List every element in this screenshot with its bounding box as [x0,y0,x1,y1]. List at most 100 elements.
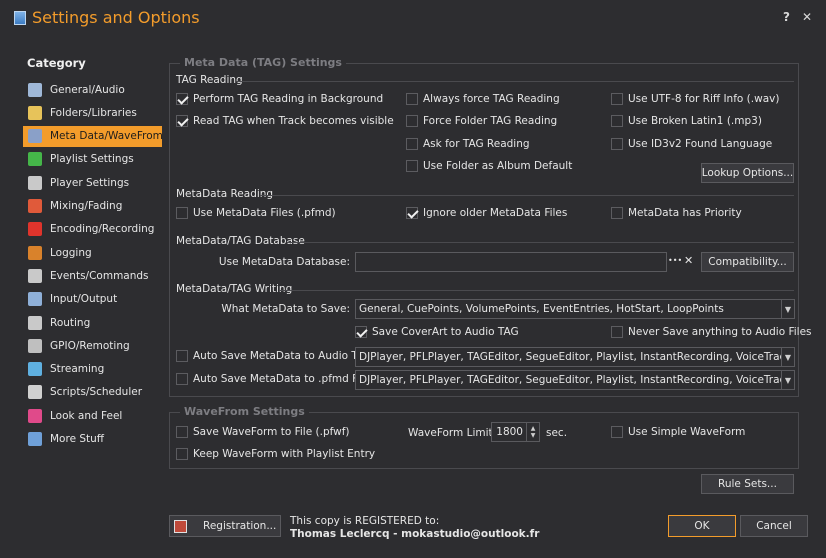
registration-button[interactable]: Registration... [169,515,281,537]
clear-database-button[interactable]: ✕ [684,254,693,267]
sidebar-item-label: Look and Feel [50,409,123,422]
utf8-checkbox[interactable]: Use UTF-8 for Riff Info (.wav) [611,93,779,105]
checkbox-box[interactable] [611,138,623,150]
auto-save-pfmd-checkbox[interactable]: Auto Save MetaData to .pfmd File: [176,373,373,385]
chevron-down-icon[interactable]: ▼ [781,371,794,389]
database-path-input[interactable] [355,252,667,272]
checkbox-box[interactable] [611,207,623,219]
sidebar-item[interactable]: More Stuff [23,429,162,450]
lookup-options-button[interactable]: Lookup Options... [701,163,794,183]
chevron-down-icon[interactable]: ▼ [781,348,794,366]
checkbox-box[interactable] [355,326,367,338]
sidebar-item[interactable]: Meta Data/WaveFrom [23,125,163,147]
checkbox-box[interactable] [406,115,418,127]
ignore-older-checkbox[interactable]: Ignore older MetaData Files [406,207,567,219]
cancel-button[interactable]: Cancel [740,515,808,537]
browse-button[interactable]: ••• [668,256,682,265]
play-icon [28,152,42,167]
checkbox-box[interactable] [406,138,418,150]
checkbox-box[interactable] [176,207,188,219]
save-pfwf-checkbox[interactable]: Save WaveForm to File (.pfwf) [176,426,350,438]
checkbox-box[interactable] [176,93,188,105]
latin1-checkbox[interactable]: Use Broken Latin1 (.mp3) [611,115,762,127]
sidebar-item-label: Folders/Libraries [50,106,137,119]
priority-checkbox[interactable]: MetaData has Priority [611,207,742,219]
waveform-limit-stepper[interactable]: 1800 ▲ ▼ [491,422,540,442]
sidebar-item[interactable]: Events/Commands [23,265,162,286]
sidebar-item[interactable]: Look and Feel [23,405,162,426]
checkbox-box[interactable] [176,350,188,362]
help-button[interactable]: ? [783,10,790,24]
checkbox-box[interactable] [611,326,623,338]
sidebar-item[interactable]: Player Settings [23,172,162,193]
checkbox-label: Use ID3v2 Found Language [628,138,773,150]
checkbox-label: Always force TAG Reading [423,93,560,105]
window-title: Settings and Options [32,8,200,27]
sidebar-item[interactable]: GPIO/Remoting [23,335,162,356]
checkbox-label: Use Broken Latin1 (.mp3) [628,115,762,127]
checkbox-label: Keep WaveForm with Playlist Entry [193,448,376,460]
sidebar-item-label: Streaming [50,363,105,376]
divider [260,195,794,196]
never-save-checkbox[interactable]: Never Save anything to Audio Files [611,326,812,338]
sidebar-item-label: General/Audio [50,83,125,96]
auto-save-audio-dropdown[interactable]: DJPlayer, PFLPlayer, TAGEditor, SegueEdi… [355,347,795,367]
sidebar-item[interactable]: Streaming [23,359,162,380]
sidebar-item[interactable]: Folders/Libraries [23,102,162,123]
what-to-save-dropdown[interactable]: General, CuePoints, VolumePoints, EventE… [355,299,795,319]
auto-save-pfmd-dropdown[interactable]: DJPlayer, PFLPlayer, TAGEditor, SegueEdi… [355,370,795,390]
sidebar-item[interactable]: Scripts/Scheduler [23,382,162,403]
use-pfmd-checkbox[interactable]: Use MetaData Files (.pfmd) [176,207,336,219]
checkbox-label: Save CoverArt to Audio TAG [372,326,519,338]
simple-waveform-checkbox[interactable]: Use Simple WaveForm [611,426,745,438]
sidebar-item[interactable]: Playlist Settings [23,149,162,170]
auto-save-audio-checkbox[interactable]: Auto Save MetaData to Audio TAG: [176,350,376,362]
log-icon [28,245,42,260]
checkbox-box[interactable] [176,448,188,460]
perform-bg-checkbox[interactable]: Perform TAG Reading in Background [176,93,383,105]
sidebar-item[interactable]: Routing [23,312,162,333]
sidebar-item[interactable]: General/Audio [23,79,162,100]
id3v2-checkbox[interactable]: Use ID3v2 Found Language [611,138,772,150]
compatibility-button[interactable]: Compatibility... [701,252,794,272]
checkbox-label: Save WaveForm to File (.pfwf) [193,426,350,438]
checkbox-box[interactable] [611,115,623,127]
sidebar-item[interactable]: Mixing/Fading [23,196,162,217]
rule-sets-button[interactable]: Rule Sets... [701,474,794,494]
checkbox-box[interactable] [611,93,623,105]
waveform-limit-label: WaveForm Limit: [408,427,497,439]
sidebar-item-label: Meta Data/WaveFrom [50,130,163,143]
checkbox-label: Ignore older MetaData Files [423,207,568,219]
metadata-group-title: Meta Data (TAG) Settings [180,56,346,69]
checkbox-box[interactable] [406,93,418,105]
keep-playlist-checkbox[interactable]: Keep WaveForm with Playlist Entry [176,448,375,460]
read-visible-checkbox[interactable]: Read TAG when Track becomes visible [176,115,394,127]
dropdown-value: DJPlayer, PFLPlayer, TAGEditor, SegueEdi… [359,351,794,363]
checkbox-box[interactable] [611,426,623,438]
close-button[interactable]: ✕ [802,10,812,24]
checkbox-box[interactable] [176,426,188,438]
checkbox-box[interactable] [406,207,418,219]
checkbox-box[interactable] [406,160,418,172]
stepper-arrows-icon[interactable]: ▲ ▼ [526,423,539,441]
lightning-icon [28,268,42,283]
always-force-checkbox[interactable]: Always force TAG Reading [406,93,560,105]
sidebar-item[interactable]: Logging [23,242,162,263]
sidebar-item-label: Routing [50,316,91,329]
checkbox-label: Force Folder TAG Reading [423,115,558,127]
app-icon [14,11,26,25]
sidebar-item[interactable]: Encoding/Recording [23,219,162,240]
ask-tag-checkbox[interactable]: Ask for TAG Reading [406,138,530,150]
folder-album-checkbox[interactable]: Use Folder as Album Default [406,160,572,172]
checkbox-box[interactable] [176,115,188,127]
sidebar-item[interactable]: Input/Output [23,289,162,310]
ok-button[interactable]: OK [668,515,736,537]
waveform-group-title: WaveFrom Settings [180,405,309,418]
divider [237,81,794,82]
save-coverart-checkbox[interactable]: Save CoverArt to Audio TAG [355,326,519,338]
palette-icon [28,408,42,423]
force-folder-checkbox[interactable]: Force Folder TAG Reading [406,115,557,127]
checkbox-box[interactable] [176,373,188,385]
chevron-down-icon[interactable]: ▼ [781,300,794,318]
certificate-icon [174,519,187,533]
